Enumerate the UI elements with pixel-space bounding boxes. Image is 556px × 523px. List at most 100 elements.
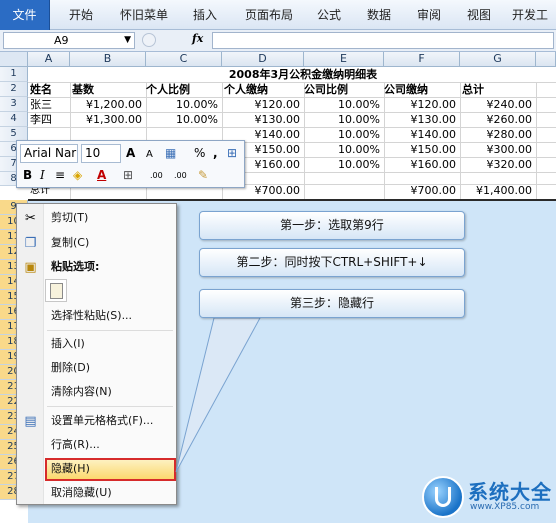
row-header[interactable]: 2: [0, 82, 28, 97]
table-cell[interactable]: ¥280.00: [460, 127, 536, 142]
italic-button[interactable]: I: [40, 166, 45, 184]
table-cell[interactable]: 张三: [30, 97, 52, 112]
table-cell[interactable]: 10.00%: [304, 97, 384, 112]
header-cell[interactable]: 公司比例: [304, 82, 348, 97]
tab-developer[interactable]: 开发工具: [504, 0, 556, 30]
table-cell[interactable]: ¥300.00: [460, 142, 536, 157]
tab-page-layout[interactable]: 页面布局: [236, 0, 302, 30]
menu-item-copy[interactable]: 复制(C): [45, 232, 175, 254]
table-cell[interactable]: 10.00%: [146, 112, 222, 127]
header-cell[interactable]: 个人比例: [146, 82, 190, 97]
format-painter-style-icon[interactable]: ▦: [165, 144, 176, 162]
formula-bar: A9 ▼ fx: [0, 30, 556, 52]
bold-button[interactable]: B: [23, 166, 32, 184]
tab-file[interactable]: 文件: [0, 0, 50, 30]
table-cell[interactable]: ¥120.00: [222, 97, 304, 112]
step2-callout: 第二步：同时按下CTRL+SHIFT+↓: [199, 248, 465, 277]
chevron-down-icon[interactable]: ▼: [124, 33, 131, 48]
table-cell[interactable]: 10.00%: [304, 127, 384, 142]
table-cell[interactable]: ¥130.00: [222, 112, 304, 127]
tab-classic-menu[interactable]: 怀旧菜单: [112, 0, 176, 30]
column-header-d[interactable]: D: [222, 52, 304, 67]
header-cell[interactable]: 基数: [72, 82, 94, 97]
fill-color-icon[interactable]: ◈: [73, 166, 82, 184]
decrease-decimal-button[interactable]: .00: [174, 167, 187, 185]
header-cell[interactable]: 姓名: [30, 82, 52, 97]
gridline: [536, 82, 537, 199]
tab-home[interactable]: 开始: [56, 0, 106, 30]
menu-item-clear-contents[interactable]: 清除内容(N): [45, 381, 175, 403]
font-size-select[interactable]: 10: [81, 144, 121, 163]
table-cell[interactable]: ¥160.00: [384, 157, 460, 172]
column-header-f[interactable]: F: [384, 52, 460, 67]
tab-view[interactable]: 视图: [456, 0, 502, 30]
grow-font-button[interactable]: A: [126, 144, 135, 162]
step3-callout: 第三步：隐藏行: [199, 289, 465, 318]
globe-icon: [422, 476, 464, 518]
table-cell[interactable]: 10.00%: [304, 142, 384, 157]
align-center-icon[interactable]: ≡: [55, 166, 65, 184]
font-name-select[interactable]: Arial Nar: [20, 144, 78, 163]
menu-item-cut[interactable]: 剪切(T): [45, 207, 175, 229]
header-cell[interactable]: 公司缴纳: [384, 82, 428, 97]
select-all-corner[interactable]: [0, 52, 28, 67]
column-header-b[interactable]: B: [70, 52, 146, 67]
menu-separator: [47, 330, 173, 331]
formula-buttons: fx: [140, 32, 210, 49]
table-cell[interactable]: 10.00%: [304, 157, 384, 172]
tab-insert[interactable]: 插入: [182, 0, 228, 30]
format-painter-icon[interactable]: ✎: [198, 166, 208, 184]
row-header[interactable]: 4: [0, 112, 28, 127]
column-header-e[interactable]: E: [304, 52, 384, 67]
paste-option-button[interactable]: [45, 279, 67, 302]
column-header-a[interactable]: A: [28, 52, 70, 67]
sheet-title[interactable]: 2008年3月公积金缴纳明细表: [70, 67, 536, 82]
tab-formulas[interactable]: 公式: [306, 0, 352, 30]
table-cell[interactable]: ¥240.00: [460, 97, 536, 112]
menu-item-unhide[interactable]: 取消隐藏(U): [45, 482, 175, 504]
column-header-g[interactable]: G: [460, 52, 536, 67]
row-header[interactable]: 3: [0, 97, 28, 112]
watermark-url: www.XP85.com: [470, 502, 540, 512]
row-header[interactable]: 1: [0, 67, 28, 82]
table-cell[interactable]: ¥1,300.00: [70, 112, 146, 127]
header-cell[interactable]: 个人缴纳: [224, 82, 268, 97]
table-cell[interactable]: ¥120.00: [384, 97, 460, 112]
menu-item-row-height[interactable]: 行高(R)...: [45, 434, 175, 456]
menu-item-format-cells[interactable]: 设置单元格格式(F)...: [45, 410, 175, 432]
table-cell[interactable]: ¥320.00: [460, 157, 536, 172]
increase-decimal-button[interactable]: .00: [150, 167, 163, 185]
borders-icon[interactable]: ⊞: [123, 166, 133, 184]
format-cells-icon: ▤: [24, 414, 37, 429]
table-cell[interactable]: ¥1,200.00: [70, 97, 146, 112]
watermark-logo: 系统大全 www.XP85.com: [418, 470, 556, 523]
table-cell[interactable]: ¥260.00: [460, 112, 536, 127]
menu-item-hide[interactable]: 隐藏(H): [45, 458, 175, 480]
header-cell[interactable]: 总计: [462, 82, 484, 97]
name-box[interactable]: A9 ▼: [3, 32, 135, 49]
table-cell[interactable]: 李四: [30, 112, 52, 127]
table-cell[interactable]: ¥140.00: [384, 127, 460, 142]
comma-button[interactable]: ,: [213, 144, 218, 162]
merge-icon[interactable]: ⊞: [227, 144, 237, 162]
menu-separator: [47, 406, 173, 407]
insert-function-button[interactable]: fx: [192, 32, 203, 45]
table-cell[interactable]: 10.00%: [146, 97, 222, 112]
tab-review[interactable]: 审阅: [406, 0, 452, 30]
menu-item-paste-special[interactable]: 选择性粘贴(S)...: [45, 305, 175, 327]
percent-button[interactable]: %: [194, 144, 205, 162]
font-color-button[interactable]: A: [97, 166, 106, 184]
shrink-font-button[interactable]: A: [146, 146, 153, 164]
clipboard-icon: ▣: [24, 260, 37, 275]
total-cell[interactable]: ¥700.00: [384, 184, 460, 198]
table-cell[interactable]: ¥150.00: [384, 142, 460, 157]
formula-input[interactable]: [212, 32, 554, 49]
column-header-c[interactable]: C: [146, 52, 222, 67]
column-header-h[interactable]: [536, 52, 556, 67]
menu-item-delete[interactable]: 删除(D): [45, 357, 175, 379]
table-cell[interactable]: 10.00%: [304, 112, 384, 127]
menu-item-insert[interactable]: 插入(I): [45, 333, 175, 355]
tab-data[interactable]: 数据: [356, 0, 402, 30]
total-cell[interactable]: ¥1,400.00: [460, 184, 536, 198]
table-cell[interactable]: ¥130.00: [384, 112, 460, 127]
